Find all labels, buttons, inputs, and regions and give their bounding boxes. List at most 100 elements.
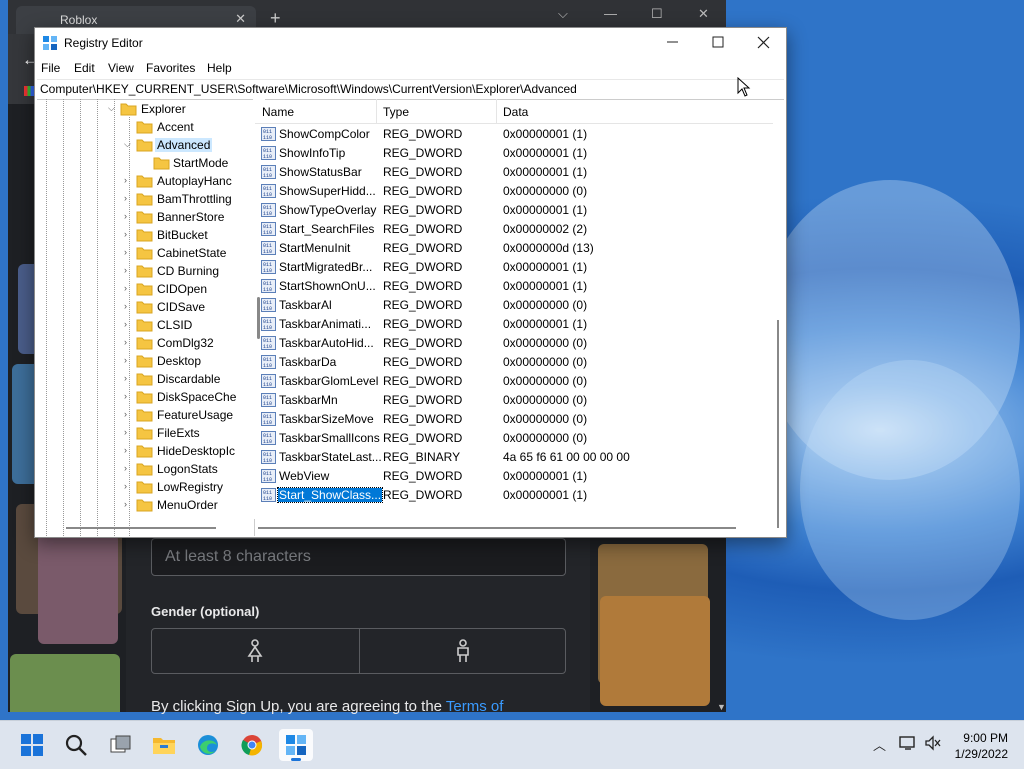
tree-item-explorer[interactable]: ⌵ Explorer bbox=[36, 100, 254, 118]
chevron-right-icon[interactable]: › bbox=[124, 409, 127, 419]
value-row[interactable]: 011 110 StartMenuInit REG_DWORD 0x0000000d (… bbox=[255, 239, 773, 258]
value-row[interactable]: 011 110 TaskbarAutoHid... REG_DWORD 0x000000… bbox=[255, 334, 773, 353]
tree-item[interactable]: › DiskSpaceChe bbox=[36, 388, 254, 406]
minimize-icon[interactable]: — bbox=[604, 6, 617, 21]
value-row[interactable]: 011 110 TaskbarStateLast... REG_BINARY 4a 65… bbox=[255, 448, 773, 467]
new-tab-icon[interactable]: + bbox=[270, 8, 281, 29]
tree-item[interactable]: › CLSID bbox=[36, 316, 254, 334]
chevron-right-icon[interactable]: › bbox=[124, 301, 127, 311]
value-row[interactable]: 011 110 TaskbarMn REG_DWORD 0x00000000 (0) bbox=[255, 391, 773, 410]
network-icon[interactable] bbox=[899, 735, 917, 751]
scroll-thumb[interactable] bbox=[777, 320, 779, 528]
chevron-right-icon[interactable]: › bbox=[124, 373, 127, 383]
value-row[interactable]: 011 110 TaskbarAl REG_DWORD 0x00000000 (0) bbox=[255, 296, 773, 315]
value-row[interactable]: 011 110 ShowInfoTip REG_DWORD 0x00000001 (1) bbox=[255, 144, 773, 163]
chevron-right-icon[interactable]: › bbox=[124, 463, 127, 473]
value-row[interactable]: 011 110 ShowCompColor REG_DWORD 0x00000001 (… bbox=[255, 125, 773, 144]
value-row[interactable]: 011 110 ShowTypeOverlay REG_DWORD 0x00000001… bbox=[255, 201, 773, 220]
tree-item[interactable]: › FileExts bbox=[36, 424, 254, 442]
tree-item[interactable]: › CIDSave bbox=[36, 298, 254, 316]
speaker-muted-icon[interactable] bbox=[924, 735, 942, 751]
chevron-right-icon[interactable]: › bbox=[124, 247, 127, 257]
menu-file[interactable]: File bbox=[41, 61, 60, 75]
tree-item[interactable]: › LogonStats bbox=[36, 460, 254, 478]
menu-favorites[interactable]: Favorites bbox=[146, 61, 195, 75]
maximize-icon[interactable]: ☐ bbox=[651, 6, 663, 22]
tree-item[interactable]: › Desktop bbox=[36, 352, 254, 370]
tree-item[interactable]: › CD Burning bbox=[36, 262, 254, 280]
column-divider[interactable] bbox=[496, 99, 497, 123]
list-vertical-scrollbar[interactable] bbox=[772, 99, 785, 528]
chevron-right-icon[interactable]: › bbox=[124, 319, 127, 329]
chevron-right-icon[interactable]: › bbox=[124, 427, 127, 437]
list-horizontal-scrollbar[interactable] bbox=[255, 519, 785, 536]
tree-horizontal-scrollbar[interactable] bbox=[36, 519, 254, 536]
tree-item[interactable]: › ComDlg32 bbox=[36, 334, 254, 352]
gender-female-button[interactable] bbox=[152, 629, 358, 673]
chevron-right-icon[interactable]: › bbox=[124, 481, 127, 491]
tree-item[interactable]: › BamThrottling bbox=[36, 190, 254, 208]
chevron-up-icon[interactable]: ︿ bbox=[873, 735, 886, 754]
value-row[interactable]: 011 110 Start_SearchFiles REG_DWORD 0x000000… bbox=[255, 220, 773, 239]
tree-item[interactable]: › FeatureUsage bbox=[36, 406, 254, 424]
column-divider[interactable] bbox=[376, 99, 377, 123]
title-bar[interactable]: Registry Editor bbox=[35, 28, 786, 58]
chevron-right-icon[interactable]: › bbox=[124, 337, 127, 347]
menu-edit[interactable]: Edit bbox=[74, 61, 95, 75]
tree-item[interactable]: › LowRegistry bbox=[36, 478, 254, 496]
chrome-button[interactable] bbox=[235, 729, 269, 761]
column-data[interactable]: Data bbox=[503, 105, 528, 119]
tree-item-advanced[interactable]: ⌵ Advanced bbox=[36, 136, 254, 154]
chevron-right-icon[interactable]: › bbox=[124, 355, 127, 365]
tree-item[interactable]: › AutoplayHanc bbox=[36, 172, 254, 190]
value-row[interactable]: 011 110 ShowStatusBar REG_DWORD 0x00000001 (… bbox=[255, 163, 773, 182]
scroll-thumb[interactable] bbox=[66, 527, 216, 529]
tree-item-startmode[interactable]: StartMode bbox=[36, 154, 254, 172]
address-bar[interactable]: Computer\HKEY_CURRENT_USER\Software\Micr… bbox=[37, 79, 784, 100]
chevron-right-icon[interactable]: › bbox=[124, 265, 127, 275]
tree-item[interactable]: › CabinetState bbox=[36, 244, 254, 262]
tree-item[interactable]: › MenuOrder bbox=[36, 496, 254, 514]
value-row[interactable]: 011 110 ShowSuperHidd... REG_DWORD 0x0000000… bbox=[255, 182, 773, 201]
value-row[interactable]: 011 110 TaskbarDa REG_DWORD 0x00000000 (0) bbox=[255, 353, 773, 372]
gender-male-button[interactable] bbox=[359, 629, 566, 673]
close-tab-icon[interactable]: ✕ bbox=[235, 11, 246, 27]
value-row[interactable]: 011 110 TaskbarSmallIcons REG_DWORD 0x000000… bbox=[255, 429, 773, 448]
task-view-button[interactable] bbox=[104, 729, 138, 761]
chevron-right-icon[interactable]: › bbox=[124, 229, 127, 239]
chevron-right-icon[interactable]: › bbox=[124, 445, 127, 455]
value-row[interactable]: 011 110 TaskbarAnimati... REG_DWORD 0x000000… bbox=[255, 315, 773, 334]
menu-help[interactable]: Help bbox=[207, 61, 232, 75]
tree-item[interactable]: › Discardable bbox=[36, 370, 254, 388]
file-explorer-button[interactable] bbox=[147, 729, 181, 761]
close-icon[interactable]: ✕ bbox=[698, 6, 709, 22]
value-row[interactable]: 011 110 TaskbarGlomLevel REG_DWORD 0x0000000… bbox=[255, 372, 773, 391]
start-button[interactable] bbox=[15, 729, 49, 761]
maximize-button[interactable] bbox=[695, 28, 741, 58]
tree-item[interactable]: › BannerStore bbox=[36, 208, 254, 226]
value-row[interactable]: 011 110 StartShownOnU... REG_DWORD 0x0000000… bbox=[255, 277, 773, 296]
edge-button[interactable] bbox=[191, 729, 225, 761]
chevron-right-icon[interactable]: › bbox=[124, 499, 127, 509]
system-clock[interactable]: 9:00 PM 1/29/2022 bbox=[955, 730, 1008, 762]
chevron-right-icon[interactable]: › bbox=[124, 211, 127, 221]
value-row[interactable]: 011 110 TaskbarSizeMove REG_DWORD 0x00000000… bbox=[255, 410, 773, 429]
scroll-down-icon[interactable]: ▼ bbox=[717, 702, 726, 712]
tree-item-accent[interactable]: Accent bbox=[36, 118, 254, 136]
chevron-right-icon[interactable]: › bbox=[124, 175, 127, 185]
tree-item[interactable]: › BitBucket bbox=[36, 226, 254, 244]
value-row[interactable]: 011 110 StartMigratedBr... REG_DWORD 0x00000… bbox=[255, 258, 773, 277]
tree-item[interactable]: › CIDOpen bbox=[36, 280, 254, 298]
scroll-thumb[interactable] bbox=[258, 527, 736, 529]
password-input[interactable]: At least 8 characters bbox=[151, 538, 566, 576]
chevron-down-icon[interactable]: ⌵ bbox=[558, 6, 568, 22]
regedit-taskbar-button[interactable] bbox=[279, 729, 313, 761]
apps-icon[interactable] bbox=[24, 86, 34, 96]
menu-view[interactable]: View bbox=[108, 61, 134, 75]
terms-link[interactable]: Terms of bbox=[446, 698, 504, 715]
chevron-right-icon[interactable]: › bbox=[124, 391, 127, 401]
chevron-right-icon[interactable]: › bbox=[124, 193, 127, 203]
tree-item[interactable]: › HideDesktopIc bbox=[36, 442, 254, 460]
column-type[interactable]: Type bbox=[383, 105, 409, 119]
value-row[interactable]: 011 110 Start_ShowClass... REG_DWORD 0x00000… bbox=[255, 486, 773, 505]
